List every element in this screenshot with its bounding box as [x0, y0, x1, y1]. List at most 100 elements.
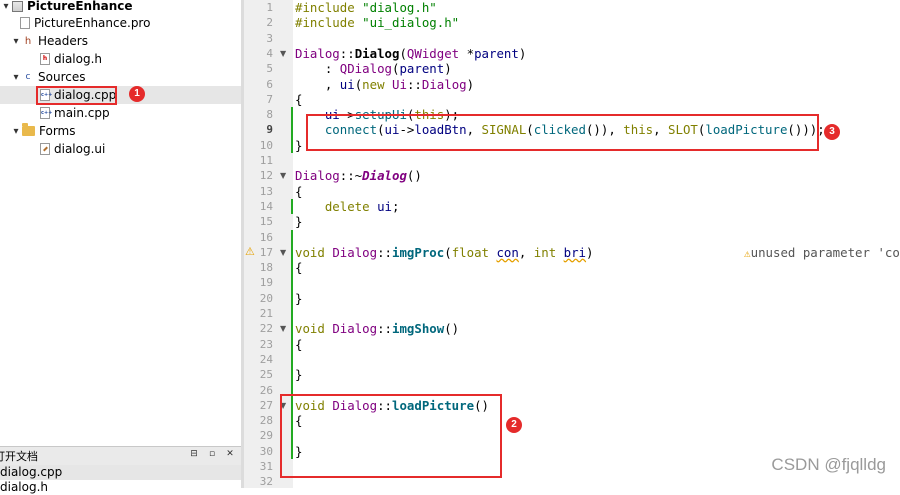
project-icon — [12, 0, 23, 12]
fold-arrow-icon[interactable]: ▼ — [280, 49, 286, 58]
code-line: } — [295, 290, 303, 306]
line-number: 20 — [259, 291, 273, 305]
header-file-icon: h — [40, 53, 50, 65]
tree-item-dialog-h[interactable]: h dialog.h — [40, 50, 102, 68]
expand-arrow-icon[interactable]: ▾ — [10, 72, 22, 83]
split-icon[interactable]: ⊟ — [188, 449, 200, 462]
open-documents-panel: 打开文档 ⊟ ▫ ✕ dialog.cpp dialog.h — [0, 446, 241, 494]
line-number: 21 — [259, 307, 273, 320]
line-number: 14 — [259, 199, 273, 213]
cpp-file-icon: c++ — [40, 107, 52, 119]
code-editor[interactable]: 1 2 3 4 5 6 7 8 9 10 11 12 13 14 15 16 17 18 19 20 21 22 23 24 2… — [244, 0, 900, 488]
code-line: void Dialog::imgShow() — [295, 321, 460, 337]
code-line: } — [295, 137, 303, 153]
code-line: { — [295, 336, 303, 352]
fold-arrow-icon[interactable]: ▼ — [280, 324, 286, 333]
tree-item-label: PictureEnhance.pro — [34, 16, 151, 30]
warning-icon[interactable]: ⚠ — [245, 245, 255, 258]
float-icon[interactable]: ▫ — [206, 449, 218, 462]
code-line: , ui(new Ui::Dialog) — [295, 76, 475, 92]
annotation-box-3 — [306, 114, 819, 151]
annotation-badge-1: 1 — [129, 86, 145, 102]
tree-item-forms[interactable]: ▾ Forms — [10, 122, 75, 140]
modified-line-marker — [291, 107, 293, 153]
line-number: 5 — [266, 62, 273, 76]
tree-item-dialog-ui[interactable]: dialog.ui — [40, 140, 105, 158]
tree-item-label: main.cpp — [54, 106, 110, 120]
tree-item-project[interactable]: ▾ PictureEnhance — [0, 0, 133, 15]
watermark: CSDN @fjqlldg — [771, 455, 886, 474]
ui-file-icon — [40, 143, 50, 155]
tree-item-label: dialog.h — [54, 52, 103, 66]
fold-arrow-icon[interactable]: ▼ — [280, 248, 286, 257]
code-line: } — [295, 367, 303, 383]
line-number: 8 — [266, 108, 273, 122]
tree-item-label: Sources — [38, 70, 86, 84]
line-number: 29 — [259, 429, 273, 443]
open-documents-header: 打开文档 ⊟ ▫ ✕ — [0, 447, 241, 465]
line-number: 28 — [259, 414, 273, 428]
tree-item-label: PictureEnhance — [27, 0, 133, 13]
line-number: 4 — [266, 46, 273, 60]
line-number: 13 — [259, 184, 273, 198]
tree-item-main-cpp[interactable]: c++ main.cpp — [40, 104, 110, 122]
annotation-box-1 — [36, 86, 117, 105]
line-number: 19 — [259, 276, 273, 290]
line-number: 26 — [259, 383, 273, 397]
line-number: 7 — [266, 92, 273, 106]
line-number: 25 — [259, 368, 273, 382]
expand-arrow-icon[interactable]: ▾ — [0, 1, 12, 12]
modified-line-marker — [291, 198, 293, 215]
fold-arrow-icon[interactable]: ▼ — [280, 171, 286, 180]
tree-item-label: Headers — [38, 34, 88, 48]
line-number: 32 — [259, 475, 273, 489]
line-number: 31 — [259, 460, 273, 473]
line-number: 16 — [259, 230, 273, 244]
code-line: { — [295, 183, 303, 199]
line-number: 30 — [259, 444, 273, 458]
warning-text: unused parameter 'co — [750, 244, 900, 260]
sources-folder-icon: c — [25, 72, 31, 82]
code-line: { — [295, 260, 303, 276]
headers-folder-icon: h — [24, 35, 32, 47]
line-number: 22 — [259, 322, 273, 336]
warning-icon: ⚠ — [744, 246, 751, 260]
code-line: : QDialog(parent) — [295, 61, 452, 77]
tree-item-sources[interactable]: ▾ c Sources — [10, 68, 85, 86]
annotation-badge-3: 3 — [824, 124, 840, 140]
line-number: 2 — [266, 16, 273, 30]
line-number: 15 — [259, 215, 273, 229]
tree-item-pro-file[interactable]: PictureEnhance.pro — [20, 14, 150, 32]
open-document-item[interactable]: dialog.cpp — [0, 465, 241, 480]
code-line: delete ui; — [324, 198, 400, 214]
tree-item-label: Forms — [39, 124, 76, 138]
warning-annotation: ⚠unused parameter 'co — [744, 245, 900, 261]
expand-arrow-icon[interactable]: ▾ — [10, 126, 22, 137]
line-number: 1 — [266, 1, 273, 14]
code-line: } — [295, 214, 303, 230]
pro-file-icon — [20, 17, 30, 29]
tree-item-headers[interactable]: ▾ h Headers — [10, 32, 88, 50]
annotation-badge-2: 2 — [506, 417, 522, 433]
annotation-box-2 — [280, 394, 502, 478]
line-number: 11 — [259, 154, 273, 167]
code-line: #include "ui_dialog.h" — [295, 15, 460, 31]
code-line: #include "dialog.h" — [295, 0, 437, 15]
close-icon[interactable]: ✕ — [224, 449, 236, 462]
code-line: void Dialog::imgProc(float con, int bri) — [295, 244, 594, 260]
line-number: 18 — [259, 261, 273, 275]
line-number: 9 — [266, 123, 273, 137]
tree-item-label: dialog.ui — [54, 142, 106, 156]
expand-arrow-icon[interactable]: ▾ — [10, 36, 22, 47]
open-document-label: dialog.cpp — [0, 465, 63, 479]
code-line: { — [295, 91, 303, 107]
line-number: 6 — [266, 77, 273, 91]
line-number: 24 — [259, 352, 273, 366]
open-documents-title: 打开文档 — [0, 450, 38, 463]
line-number: 12 — [259, 169, 273, 183]
line-number: 3 — [266, 31, 273, 45]
code-line: Dialog::Dialog(QWidget *parent) — [295, 45, 527, 61]
code-line: Dialog::~Dialog() — [295, 168, 422, 184]
line-number: 23 — [259, 337, 273, 351]
forms-folder-icon — [22, 123, 35, 136]
